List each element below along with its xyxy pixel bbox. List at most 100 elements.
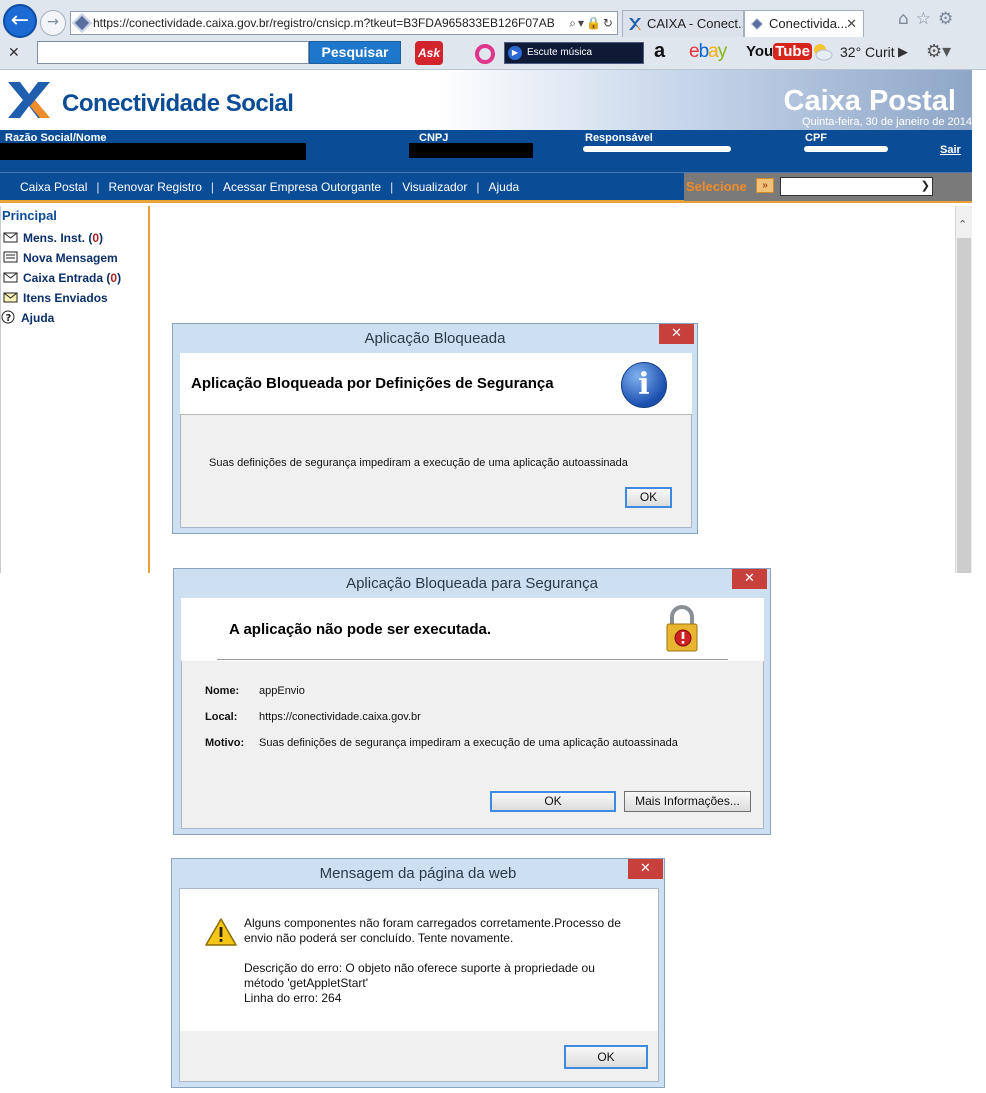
main-menu: Caixa Postal | Renovar Registro | Acessar Em… — [0, 172, 972, 203]
back-button[interactable]: ← — [3, 4, 37, 38]
toolbar-search-button[interactable]: Pesquisar — [309, 41, 401, 64]
name-label: Nome: — [205, 685, 240, 697]
lock-icon — [666, 605, 698, 652]
weather-sun-cloud-icon — [814, 44, 833, 61]
error-line: Linha do erro: 264 — [244, 991, 342, 1005]
menu-item-acessar-empresa[interactable]: Acessar Empresa Outorgante — [223, 180, 381, 194]
scroll-up-icon[interactable]: ⌃ — [958, 218, 967, 231]
error-description: Descrição do erro: O objeto não oferece … — [244, 961, 595, 975]
page-scrollbar[interactable]: ⌃ — [955, 206, 972, 573]
nav-item-caixa-entrada[interactable]: Caixa Entrada (0) — [3, 270, 121, 285]
dialog-heading: A aplicação não pode ser executada. — [229, 621, 492, 638]
dialog-title: Aplicação Bloqueada — [364, 330, 506, 347]
toolbar-more-icon[interactable]: ▶ — [898, 44, 908, 60]
ask-logo-icon[interactable]: Ask — [415, 41, 443, 65]
caixa-x-icon — [629, 18, 641, 30]
dialog-title: Mensagem da página da web — [319, 865, 517, 882]
ok-button[interactable]: OK — [625, 487, 672, 508]
responsible-label: Responsável — [585, 132, 653, 144]
addon-toolbar: ✕ Pesquisar Ask ▶ Escute música a ebay Y… — [0, 38, 986, 70]
envelope-icon — [3, 232, 18, 243]
dialog-body: Nome: appEnvio Local: https://conectivid… — [181, 661, 764, 829]
youtube-logo-icon[interactable]: You Tube — [746, 43, 812, 60]
amazon-icon[interactable]: a — [654, 40, 665, 63]
address-tools[interactable]: ⌕▾🔒↻ — [565, 12, 615, 34]
menu-separator: | — [476, 180, 480, 194]
reason-value: Suas definições de segurança impediram a… — [259, 737, 678, 749]
toolbar-close-icon[interactable]: ✕ — [8, 44, 20, 61]
home-icon[interactable]: ⌂ — [898, 9, 916, 29]
cpf-redacted — [804, 146, 888, 152]
info-icon: i — [621, 362, 667, 408]
more-info-button[interactable]: Mais Informações... — [624, 791, 751, 812]
double-chevron-icon[interactable]: » — [756, 178, 774, 193]
location-value: https://conectividade.caixa.gov.br — [259, 711, 421, 723]
location-label: Local: — [205, 711, 238, 723]
browser-chrome: ← → https://conectividade.caixa.gov.br/r… — [0, 0, 986, 70]
tab-label: Conectivida... — [769, 16, 848, 31]
menu-item-ajuda[interactable]: Ajuda — [488, 180, 519, 194]
toolbar-search-input[interactable] — [37, 41, 309, 64]
new-message-icon — [3, 251, 18, 263]
nav-item-label: Itens Enviados — [23, 291, 108, 305]
responsible-redacted — [583, 146, 731, 152]
weather-text[interactable]: 32° Curit — [840, 44, 895, 60]
section-title: Caixa Postal — [783, 85, 956, 117]
menu-items: Caixa Postal | Renovar Registro | Acessar Em… — [20, 180, 519, 194]
account-info-bar: Razão Social/Nome CNPJ Responsável CPF S… — [0, 130, 972, 172]
chevron-down-icon: ❯ — [920, 180, 930, 192]
menu-item-visualizador[interactable]: Visualizador — [402, 180, 467, 194]
logout-link[interactable]: Sair — [940, 144, 961, 156]
forward-button[interactable]: → — [40, 10, 66, 36]
close-icon[interactable]: ✕ — [659, 324, 694, 344]
tab-conectividade[interactable]: Conectivida... ✕ — [744, 10, 864, 37]
nav-title: Principal — [2, 208, 57, 223]
nav-item-nova-mensagem[interactable]: Nova Mensagem — [3, 250, 118, 265]
ok-button[interactable]: OK — [490, 791, 616, 812]
security-blocked-dialog: Aplicação Bloqueada para Segurança ✕ A a… — [173, 568, 771, 835]
menu-item-caixa-postal[interactable]: Caixa Postal — [20, 180, 87, 194]
quick-select-area: Selecione » ❯ — [684, 173, 972, 201]
tab-caixa[interactable]: CAIXA - Conect... — [622, 10, 744, 37]
close-icon[interactable]: ✕ — [732, 569, 767, 589]
nav-item-ajuda[interactable]: ? Ajuda — [1, 310, 54, 325]
inbox-icon — [3, 272, 18, 283]
reason-label: Motivo: — [205, 737, 245, 749]
music-player[interactable]: ▶ Escute música — [504, 42, 644, 64]
scroll-thumb[interactable] — [957, 238, 971, 573]
dialog-message: Alguns componentes não foram carregados … — [244, 916, 644, 1006]
ebay-logo-icon[interactable]: ebay — [689, 41, 727, 63]
help-icon: ? — [1, 310, 15, 324]
dialog-footer: OK — [180, 1031, 658, 1081]
web-page-message-dialog: Mensagem da página da web ✕ Alguns compo… — [171, 858, 665, 1088]
nav-item-label: Ajuda — [21, 311, 55, 325]
nav-item-count: 0 — [92, 231, 100, 245]
toolbar-settings-icon[interactable]: ⚙▾ — [926, 41, 951, 62]
radio-icon[interactable] — [475, 44, 495, 64]
nav-item-count: 0 — [110, 271, 118, 285]
nav-item-itens-enviados[interactable]: Itens Enviados — [3, 290, 108, 305]
dialog-body: Suas definições de segurança impediram a… — [180, 415, 692, 528]
close-icon[interactable]: ✕ — [628, 859, 663, 879]
menu-item-renovar-registro[interactable]: Renovar Registro — [109, 180, 202, 194]
favorites-star-icon[interactable]: ☆ — [916, 9, 938, 29]
message-line: envio não poderá ser concluído. Tente no… — [244, 931, 514, 945]
select-label: Selecione — [686, 179, 747, 194]
app-blocked-dialog: Aplicação Bloqueada ✕ Aplicação Bloquead… — [172, 323, 698, 534]
quick-select-dropdown[interactable]: ❯ — [780, 177, 933, 196]
tab-close-icon[interactable]: ✕ — [846, 11, 857, 37]
dialog-body: Alguns componentes não foram carregados … — [179, 888, 659, 1082]
company-redacted — [0, 143, 306, 160]
dialog-heading: Aplicação Bloqueada por Definições de Se… — [191, 375, 554, 392]
gear-icon[interactable]: ⚙ — [938, 9, 960, 29]
dialog-title: Aplicação Bloqueada para Segurança — [346, 575, 598, 592]
dialog-header: A aplicação não pode ser executada. — [181, 598, 764, 661]
ok-button[interactable]: OK — [564, 1045, 648, 1069]
nav-item-mens-inst[interactable]: Mens. Inst. (0) — [3, 230, 103, 245]
browser-actions[interactable]: ⌂☆⚙ — [898, 9, 960, 29]
address-bar[interactable]: https://conectividade.caixa.gov.br/regis… — [70, 11, 618, 35]
play-icon[interactable]: ▶ — [508, 46, 522, 60]
nav-item-label: Nova Mensagem — [23, 251, 118, 265]
music-label: Escute música — [527, 47, 593, 58]
site-favicon-icon — [750, 17, 764, 31]
